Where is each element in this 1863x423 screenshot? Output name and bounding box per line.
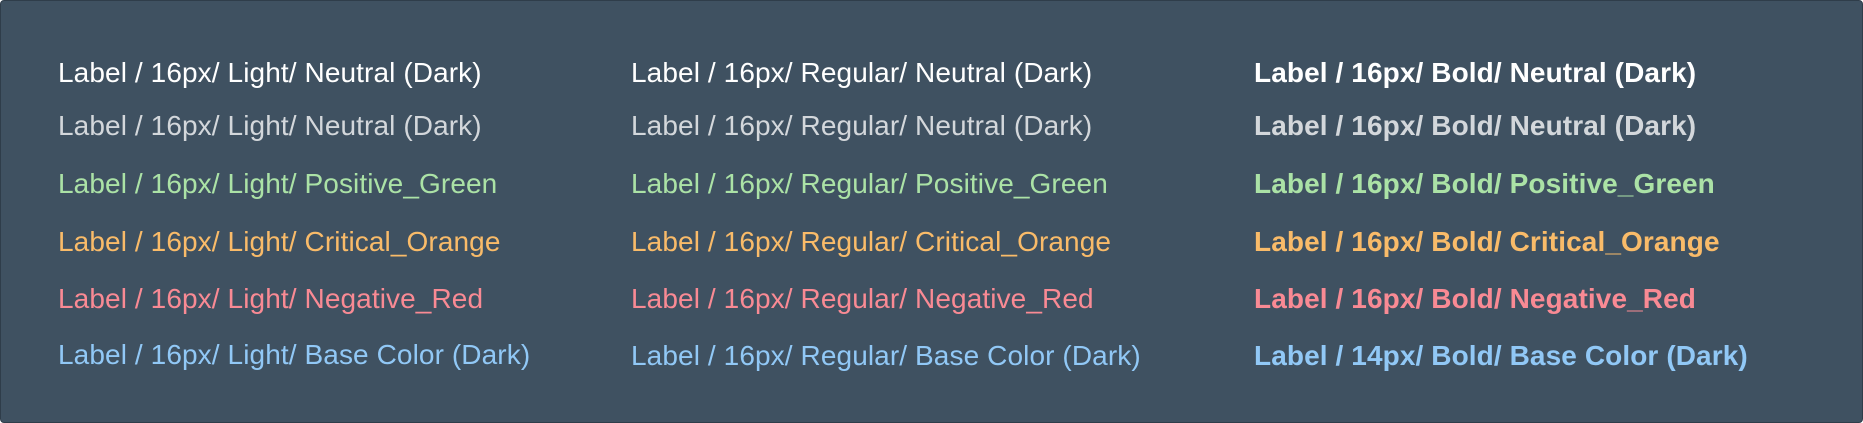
- label-regular-base-color-dark: Label / 16px/ Regular/ Base Color (Dark): [631, 340, 1141, 371]
- label-light-neutral-dark-gray: Label / 16px/ Light/ Neutral (Dark): [58, 110, 482, 141]
- label-regular-positive-green: Label / 16px/ Regular/ Positive_Green: [631, 168, 1108, 199]
- label-light-positive-green: Label / 16px/ Light/ Positive_Green: [58, 168, 498, 199]
- label-bold-neutral-dark-white: Label / 16px/ Bold/ Neutral (Dark): [1254, 57, 1697, 88]
- label-bold-critical-orange: Label / 16px/ Bold/ Critical_Orange: [1254, 226, 1720, 257]
- label-light-neutral-dark-white: Label / 16px/ Light/ Neutral (Dark): [58, 57, 482, 88]
- label-regular-neutral-dark-white: Label / 16px/ Regular/ Neutral (Dark): [631, 57, 1093, 88]
- label-bold-neutral-dark-gray: Label / 16px/ Bold/ Neutral (Dark): [1254, 110, 1697, 141]
- label-light-base-color-dark: Label / 16px/ Light/ Base Color (Dark): [58, 339, 531, 370]
- label-bold-positive-green: Label / 16px/ Bold/ Positive_Green: [1254, 168, 1715, 199]
- label-light-negative-red: Label / 16px/ Light/ Negative_Red: [58, 283, 484, 314]
- label-regular-neutral-dark-gray: Label / 16px/ Regular/ Neutral (Dark): [631, 110, 1093, 141]
- label-bold-base-color-dark: Label / 14px/ Bold/ Base Color (Dark): [1254, 340, 1748, 371]
- label-style-swatch-panel: Label / 16px/ Light/ Neutral (Dark) Labe…: [0, 0, 1863, 423]
- label-regular-negative-red: Label / 16px/ Regular/ Negative_Red: [631, 283, 1094, 314]
- label-light-critical-orange: Label / 16px/ Light/ Critical_Orange: [58, 226, 501, 257]
- label-regular-critical-orange: Label / 16px/ Regular/ Critical_Orange: [631, 226, 1112, 257]
- label-bold-negative-red: Label / 16px/ Bold/ Negative_Red: [1254, 283, 1696, 314]
